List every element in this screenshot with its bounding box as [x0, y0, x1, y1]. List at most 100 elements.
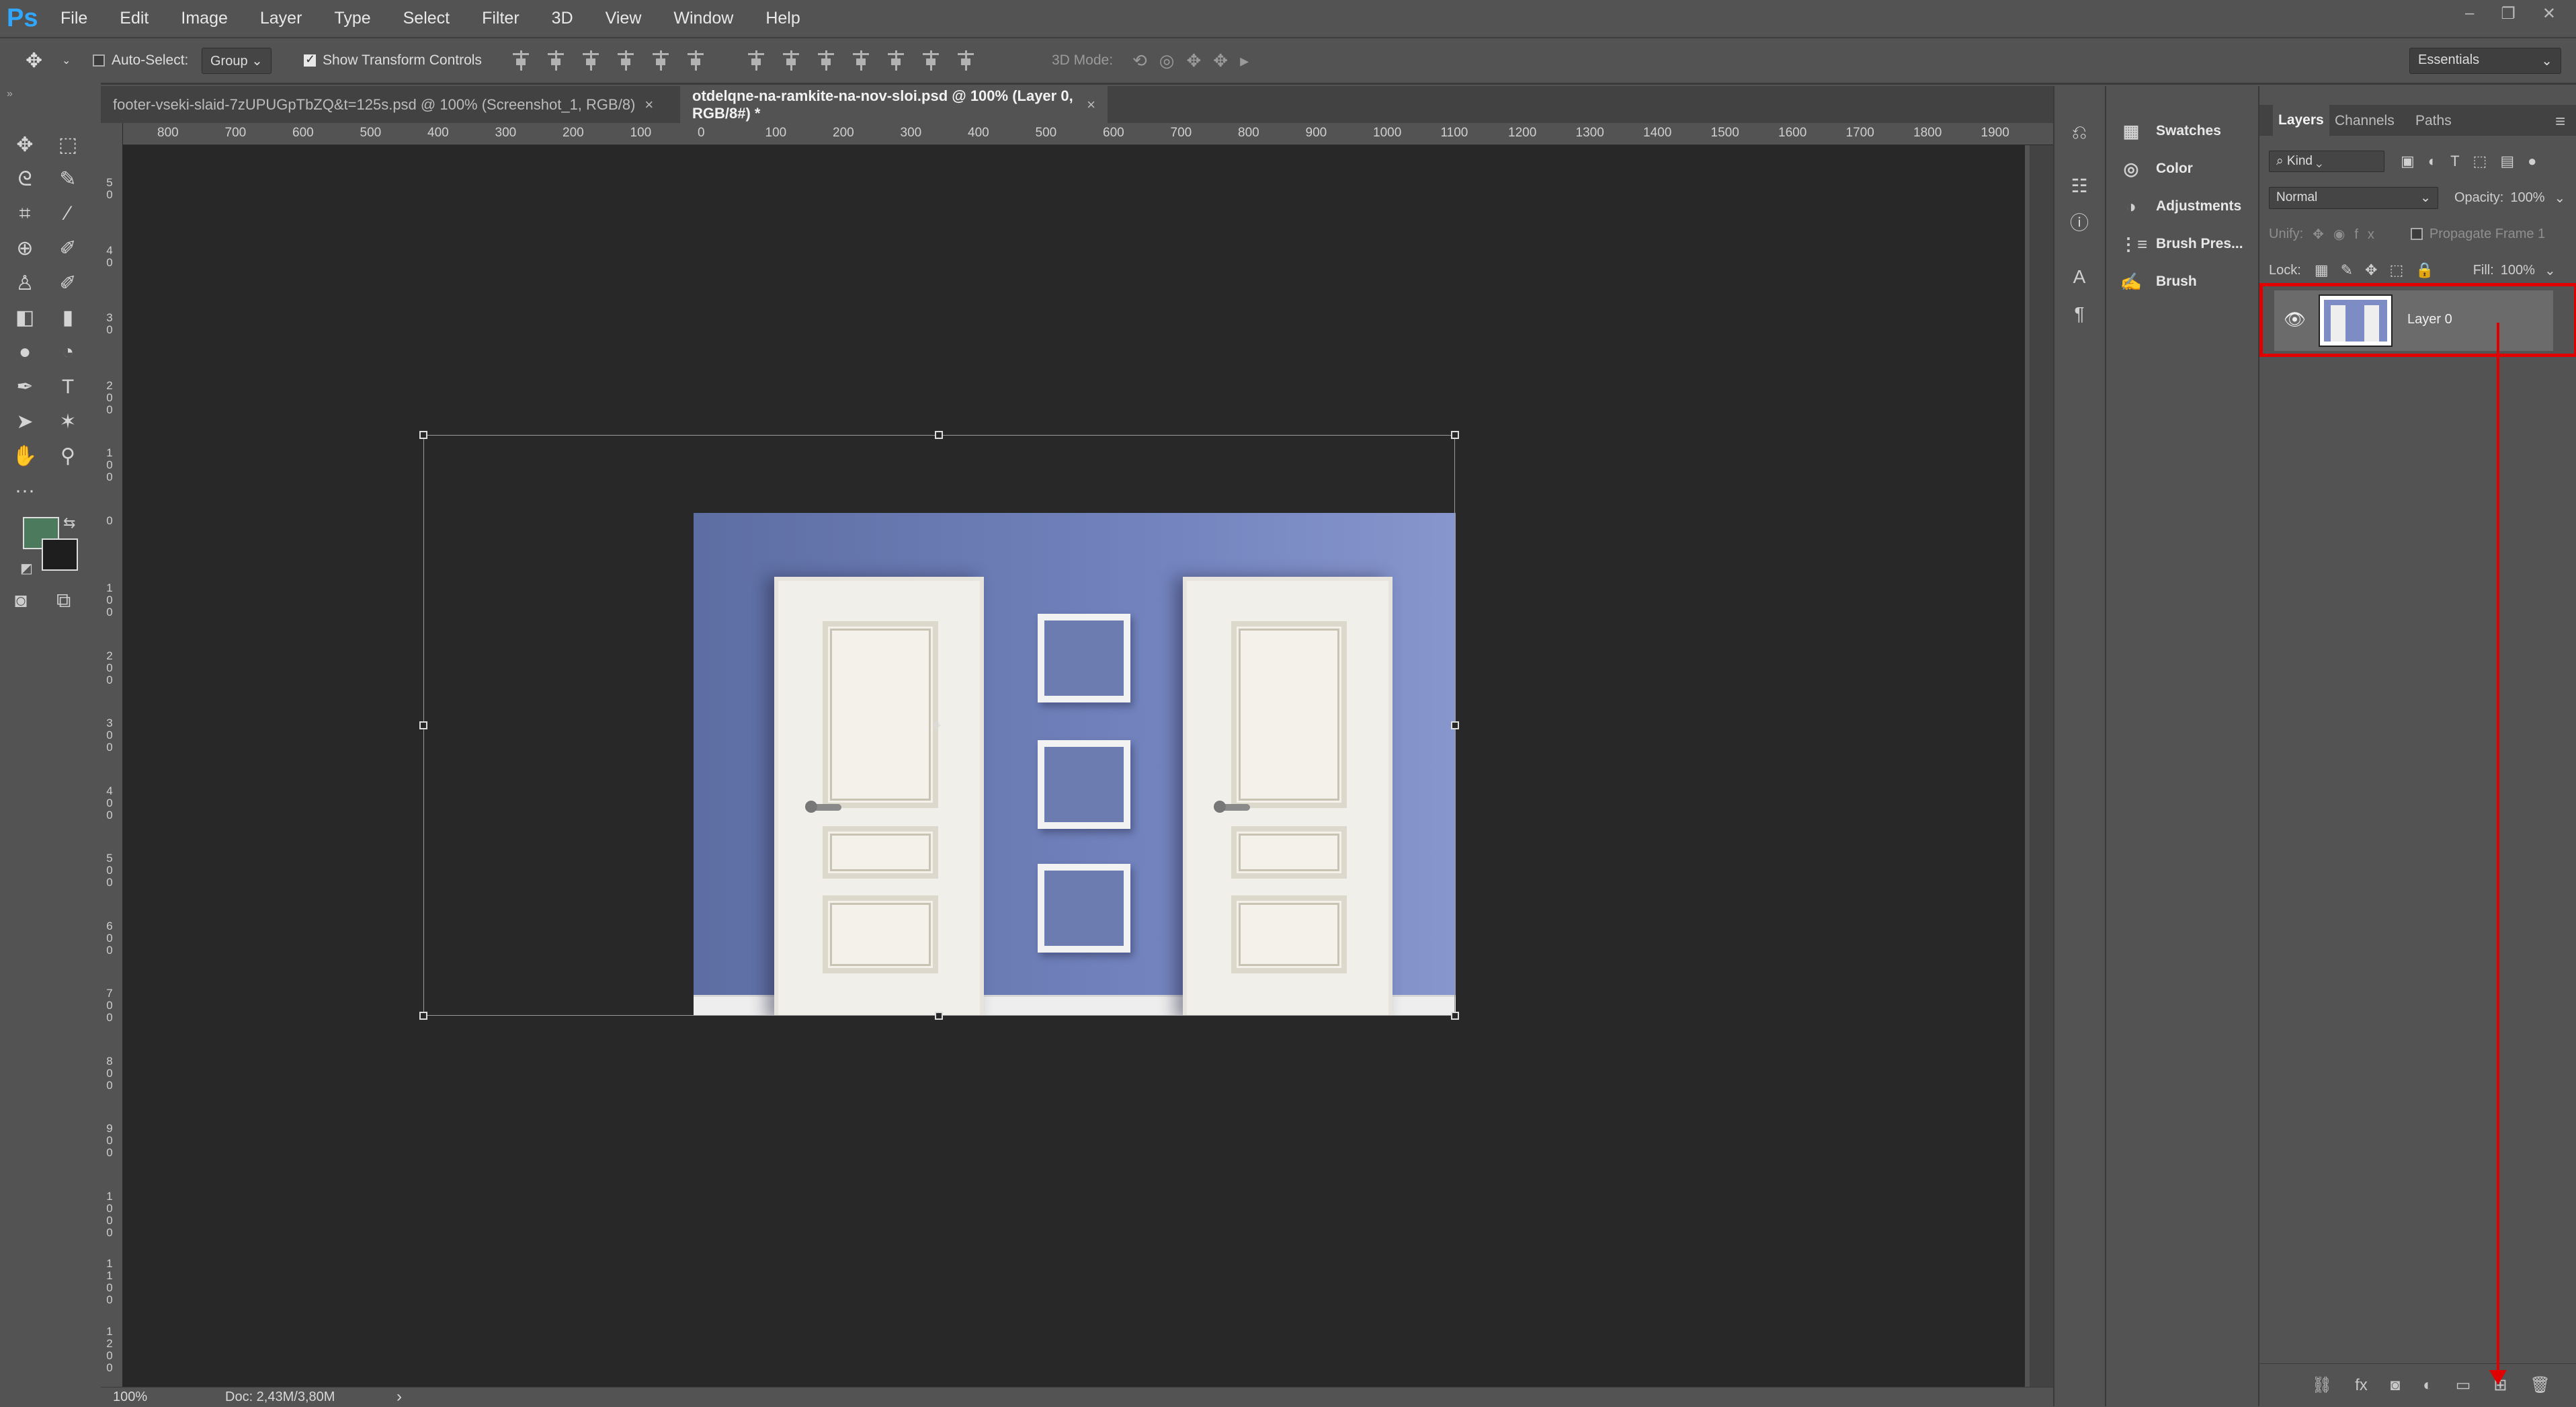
menu-filter[interactable]: Filter	[482, 9, 520, 28]
align-right-icon[interactable]	[685, 50, 706, 71]
opacity-field[interactable]: 100%	[2510, 190, 2544, 206]
auto-align-icon[interactable]	[956, 50, 976, 71]
pen-icon[interactable]: ✒	[8, 372, 42, 402]
tab-paths[interactable]: Paths	[2415, 108, 2452, 134]
properties-icon[interactable]: ☷	[2067, 173, 2092, 199]
history-brush-icon[interactable]: ✐	[51, 268, 85, 298]
transform-handle[interactable]	[935, 1012, 943, 1020]
panel-menu-icon[interactable]: ≡	[2555, 108, 2565, 134]
menu-select[interactable]: Select	[403, 9, 450, 28]
transform-handle[interactable]	[1451, 721, 1459, 729]
unify-position-icon[interactable]: ✥	[2313, 227, 2333, 242]
menu-help[interactable]: Help	[765, 9, 800, 28]
swap-colors-icon[interactable]: ⇆	[63, 514, 75, 532]
transform-handle[interactable]	[1451, 431, 1459, 439]
lock-all-icon[interactable]: 🔒	[2415, 262, 2446, 278]
lock-pixels-icon[interactable]: ✎	[2341, 262, 2365, 278]
swatches-panel-button[interactable]: ▦ Swatches	[2120, 114, 2221, 148]
distribute-vcenter-icon[interactable]	[781, 50, 801, 71]
dodge-icon[interactable]: ◔	[51, 337, 85, 367]
close-tab-icon[interactable]: ×	[1087, 96, 1095, 114]
align-top-icon[interactable]	[511, 50, 531, 71]
collapse-icon[interactable]: »	[7, 88, 13, 100]
history-icon[interactable]: ⎌	[2067, 120, 2092, 145]
distribute-left-icon[interactable]	[851, 50, 871, 71]
lock-artboard-icon[interactable]: ⬚	[2389, 262, 2415, 278]
distribute-hcenter-icon[interactable]	[886, 50, 906, 71]
close-tab-icon[interactable]: ×	[645, 96, 653, 114]
new-group-icon[interactable]: ▭	[2456, 1375, 2471, 1395]
distribute-bottom-icon[interactable]	[816, 50, 836, 71]
chevron-down-icon[interactable]: ⌄	[2544, 262, 2556, 279]
character-icon[interactable]: A	[2067, 264, 2092, 290]
menu-3d[interactable]: 3D	[552, 9, 573, 28]
distribute-right-icon[interactable]	[921, 50, 941, 71]
transform-handle[interactable]	[1451, 1012, 1459, 1020]
hand-icon[interactable]: ✋	[8, 442, 42, 471]
align-vcenter-icon[interactable]	[546, 50, 566, 71]
default-colors-icon[interactable]: ◩	[20, 560, 33, 577]
chevron-down-icon[interactable]: ⌄	[2554, 190, 2566, 206]
unify-style-icon[interactable]: fx	[2354, 227, 2384, 242]
pixel-filter-icon[interactable]: ▣	[2401, 153, 2428, 169]
add-mask-icon[interactable]: ◙	[2391, 1376, 2401, 1395]
status-menu-arrow-icon[interactable]: ›	[397, 1388, 402, 1406]
brush-panel-button[interactable]: ✍ Brush	[2120, 265, 2197, 298]
info-icon[interactable]: ⓘ	[2067, 210, 2092, 236]
type-icon[interactable]: T	[51, 372, 85, 402]
fill-field[interactable]: 100%	[2501, 263, 2535, 278]
chevron-down-icon[interactable]: ⌄	[62, 38, 71, 83]
brush-icon[interactable]: ✐	[51, 234, 85, 264]
adjustments-panel-button[interactable]: ◑ Adjustments	[2120, 190, 2241, 223]
screen-mode-icon[interactable]: ⧉	[56, 590, 71, 612]
shape-filter-icon[interactable]: ⬚	[2473, 153, 2501, 169]
align-hcenter-icon[interactable]	[651, 50, 671, 71]
transform-bounding-box[interactable]: ⌖	[419, 431, 1459, 1020]
marquee-icon[interactable]: ⬚	[51, 130, 85, 159]
transform-handle[interactable]	[935, 431, 943, 439]
menu-layer[interactable]: Layer	[260, 9, 302, 28]
tab-otdelqne-document[interactable]: otdelqne-na-ramkite-na-nov-sloi.psd @ 10…	[680, 86, 1108, 123]
add-style-icon[interactable]: fx	[2355, 1376, 2368, 1395]
more-icon[interactable]: ···	[8, 476, 42, 506]
eraser-icon[interactable]: ◧	[8, 303, 42, 333]
menu-edit[interactable]: Edit	[120, 9, 149, 28]
healing-icon[interactable]: ⊕	[8, 234, 42, 264]
delete-layer-icon[interactable]: 🗑	[2530, 1375, 2550, 1395]
reference-point-icon[interactable]: ⌖	[932, 717, 942, 735]
auto-select-dropdown[interactable]: Group ⌄	[202, 47, 272, 74]
auto-select-toggle[interactable]: Auto-Select:	[93, 38, 188, 83]
quick-select-icon[interactable]: ✎	[51, 165, 85, 194]
link-layers-icon[interactable]: ⛓	[2312, 1375, 2332, 1395]
move-tool-preset-icon[interactable]: ✥	[26, 38, 42, 83]
crop-icon[interactable]: ⌗	[8, 199, 42, 229]
propagate-checkbox[interactable]	[2410, 228, 2423, 240]
shape-icon[interactable]: ✶	[51, 407, 85, 436]
minimize-icon[interactable]: –	[2465, 4, 2474, 23]
3d-pan-icon[interactable]: ✥	[1186, 50, 1213, 71]
auto-select-checkbox[interactable]	[93, 54, 105, 67]
vertical-scrollbar[interactable]	[2030, 145, 2053, 1387]
lock-position-icon[interactable]: ✥	[2365, 262, 2389, 278]
transform-handle[interactable]	[419, 721, 427, 729]
stamp-icon[interactable]: ♙	[8, 268, 42, 298]
gradient-icon[interactable]: ▮	[51, 303, 85, 333]
adjustment-filter-icon[interactable]: ◐	[2428, 153, 2450, 169]
zoom-level[interactable]: 100%	[113, 1390, 147, 1405]
path-select-icon[interactable]: ➤	[8, 407, 42, 436]
3d-roll-icon[interactable]: ◎	[1159, 50, 1187, 71]
blend-mode-dropdown[interactable]: Normal ⌄	[2269, 186, 2438, 209]
tab-layers[interactable]: Layers	[2273, 105, 2329, 136]
brush-presets-panel-button[interactable]: ⋮≡ Brush Pres...	[2120, 227, 2243, 261]
menu-file[interactable]: File	[60, 9, 87, 28]
distribute-top-icon[interactable]	[746, 50, 766, 71]
tab-footer-document[interactable]: footer-vseki-slaid-7zUPUGpTbZQ&t=125s.ps…	[101, 86, 693, 123]
zoom-icon[interactable]: ⚲	[51, 442, 85, 471]
move-icon[interactable]: ✥	[8, 130, 42, 159]
align-left-icon[interactable]	[616, 50, 636, 71]
smart-object-filter-icon[interactable]: ▤	[2500, 153, 2528, 169]
3d-orbit-icon[interactable]: ⟲	[1132, 50, 1159, 71]
workspace-dropdown[interactable]: Essentials ⌄	[2409, 47, 2561, 74]
restore-icon[interactable]: ❐	[2501, 4, 2516, 24]
background-color-swatch[interactable]	[42, 538, 78, 571]
